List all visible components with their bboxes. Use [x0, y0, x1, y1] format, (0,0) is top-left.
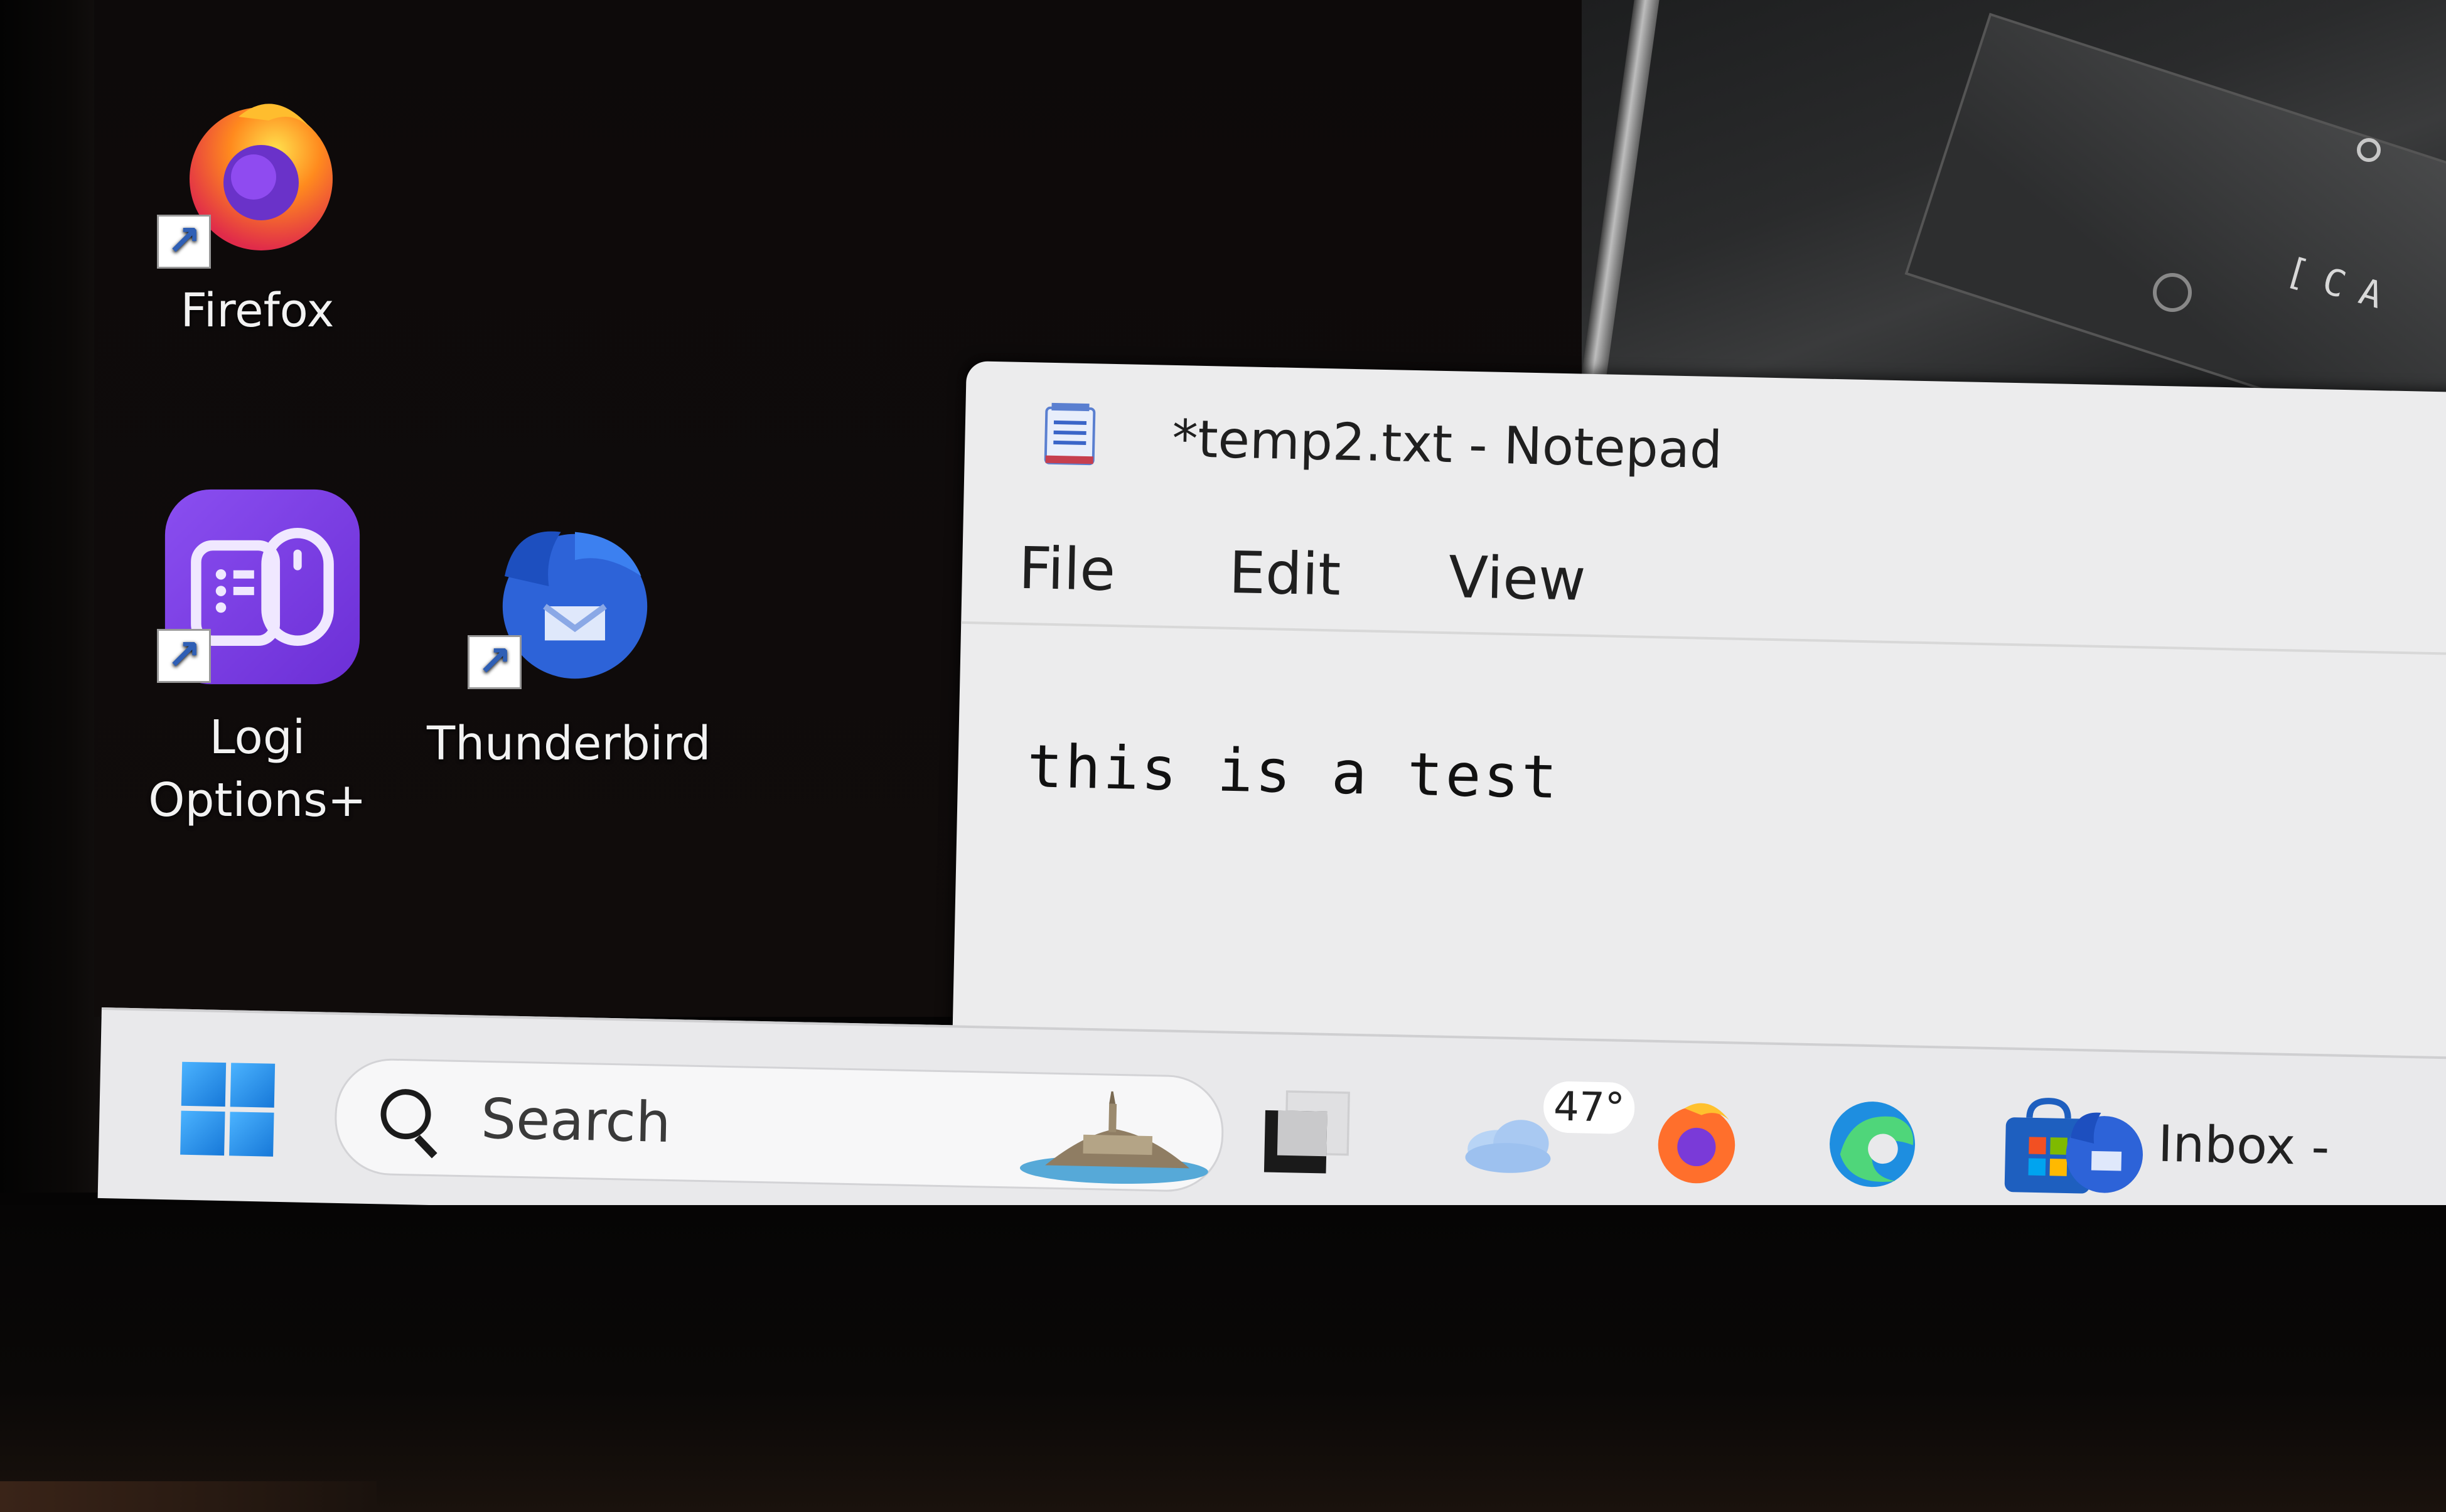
notepad-app-icon [1044, 402, 1096, 466]
monitor-bezel [0, 0, 100, 1193]
menu-view[interactable]: View [1448, 544, 1587, 614]
thunderbird-taskbar-icon[interactable] [2050, 1095, 2159, 1204]
desktop-icon-logi-options[interactable]: ↗ Logi Options+ [144, 483, 370, 832]
shortcut-arrow-icon: ↗ [157, 629, 211, 683]
start-button[interactable] [180, 1061, 276, 1158]
desktop-icon-firefox[interactable]: ↗ Firefox [151, 75, 364, 343]
menu-bar: File Edit View [961, 527, 2446, 656]
text-editor[interactable]: this is a test [1026, 732, 1560, 812]
search-placeholder: Search [480, 1086, 672, 1155]
desktop-icon-label: Logi [209, 710, 306, 764]
desktop-icon-label: Firefox [180, 283, 335, 338]
task-view-icon[interactable] [1253, 1078, 1362, 1188]
thunderbird-window-label[interactable]: Inbox - [2157, 1115, 2330, 1177]
search-icon [380, 1088, 432, 1140]
desktop-icon-label: Thunderbird [427, 716, 711, 771]
ambient-glow [0, 1481, 377, 1512]
windows-logo-icon [180, 1110, 225, 1156]
notepad-window[interactable]: *temp2.txt - Notepad File Edit View this… [952, 361, 2446, 1096]
windows-logo-icon [229, 1112, 274, 1157]
search-box[interactable]: Search [333, 1057, 1225, 1193]
windows-logo-icon [181, 1061, 227, 1107]
mont-saint-michel-icon [1019, 1091, 1208, 1184]
monitor-bottom-area [0, 1205, 2446, 1512]
menu-edit[interactable]: Edit [1228, 539, 1341, 609]
shortcut-arrow-icon: ↗ [157, 215, 211, 269]
menu-file[interactable]: File [1018, 535, 1116, 604]
weather-temperature: 47° [1543, 1081, 1636, 1135]
windows-logo-icon [230, 1063, 276, 1108]
edge-icon[interactable] [1818, 1090, 1927, 1199]
desktop-icon-thunderbird[interactable]: ↗ Thunderbird [427, 496, 711, 776]
wallpaper-screw [2153, 273, 2192, 312]
window-title: *temp2.txt - Notepad [1171, 409, 1724, 481]
shortcut-arrow-icon: ↗ [468, 635, 522, 689]
wallpaper-screw [2357, 138, 2381, 162]
title-bar[interactable]: *temp2.txt - Notepad [963, 361, 2446, 537]
firefox-taskbar-icon[interactable] [1642, 1086, 1751, 1196]
desktop-icon-label: Options+ [148, 773, 367, 827]
